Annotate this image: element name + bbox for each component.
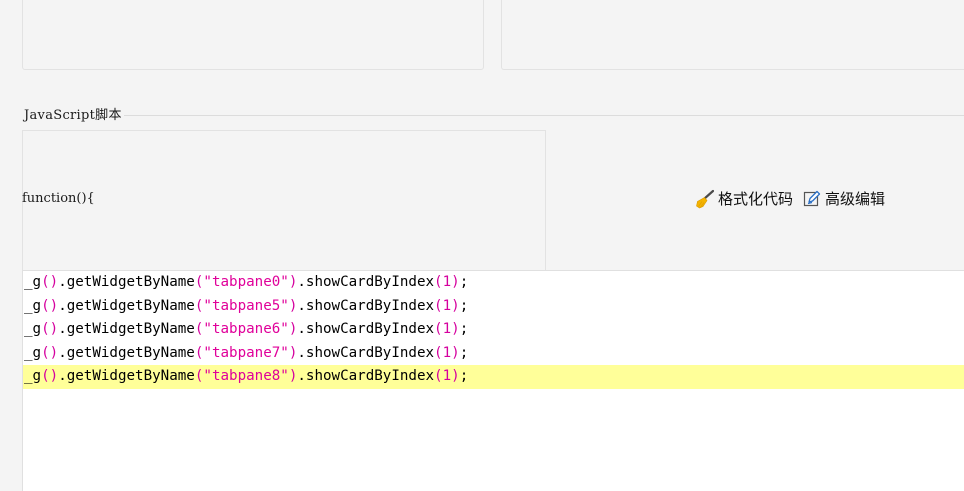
code-token: _g (24, 274, 42, 290)
code-token: .getWidgetByName (58, 344, 195, 361)
section-divider (22, 115, 964, 116)
code-token: ( (41, 274, 50, 290)
code-token: "tabpane0" (203, 274, 289, 290)
code-token: ( (41, 297, 50, 314)
code-token: _g (24, 344, 42, 361)
code-token: .showCardByIndex (297, 297, 435, 314)
code-token: ) (451, 274, 460, 290)
code-token: ; (459, 368, 469, 384)
code-token: _g (24, 321, 42, 337)
code-token: ; (459, 321, 469, 337)
advanced-edit-button[interactable]: 高级编辑 (803, 188, 885, 209)
code-token: ; (459, 274, 469, 290)
code-token: _g (24, 297, 42, 314)
advanced-edit-label: 高级编辑 (825, 190, 886, 208)
edit-icon (803, 190, 821, 206)
code-line[interactable]: _g().getWidgetByName("tabpane6").showCar… (23, 318, 964, 342)
code-token: ) (49, 368, 59, 384)
code-token: ( (434, 321, 443, 337)
code-token: .showCardByIndex (297, 368, 435, 384)
function-header-box (22, 130, 546, 270)
code-token: .getWidgetByName (58, 368, 195, 384)
function-header: function(){ (22, 191, 95, 206)
code-token: 1 (442, 297, 452, 314)
code-token: ) (451, 344, 460, 361)
code-token: .getWidgetByName (58, 321, 195, 337)
code-token: .showCardByIndex (297, 274, 435, 290)
code-token: 1 (442, 368, 452, 384)
format-code-label: 格式化代码 (718, 190, 794, 208)
code-line[interactable]: _g().getWidgetByName("tabpane7").showCar… (23, 342, 964, 366)
code-token: ( (434, 344, 443, 361)
top-right-panel (501, 0, 964, 70)
code-token: "tabpane7" (203, 344, 289, 361)
broom-icon (696, 189, 714, 208)
code-token: ) (49, 321, 59, 337)
code-token: ) (451, 297, 460, 314)
js-script-settings: JavaScript脚本 function(){ 格式化代码 高级编辑 _g()… (0, 0, 964, 491)
editor-toolbar: 格式化代码 高级编辑 (694, 188, 885, 209)
code-token: ; (459, 297, 469, 314)
code-token: ( (41, 368, 50, 384)
code-token: ( (434, 368, 443, 384)
code-token: "tabpane6" (203, 321, 289, 337)
section-legend: JavaScript脚本 (22, 104, 124, 123)
code-line[interactable]: _g().getWidgetByName("tabpane8").showCar… (23, 365, 964, 389)
code-token: ) (451, 321, 460, 337)
code-token: _g (24, 368, 42, 384)
code-token: ) (451, 368, 460, 384)
code-token: "tabpane8" (203, 368, 289, 384)
code-token: "tabpane5" (203, 297, 289, 314)
code-token: ) (49, 297, 59, 314)
code-line[interactable]: _g().getWidgetByName("tabpane5").showCar… (23, 295, 964, 319)
code-token: ) (49, 274, 59, 290)
code-token: 1 (442, 274, 452, 290)
code-token: 1 (442, 344, 452, 361)
code-token: .showCardByIndex (297, 321, 435, 337)
code-editor[interactable]: _g().getWidgetByName("tabpane0").showCar… (22, 270, 964, 491)
code-token: .getWidgetByName (58, 297, 195, 314)
code-token: ( (41, 344, 50, 361)
code-token: ( (434, 297, 443, 314)
code-token: ( (41, 321, 50, 337)
code-line[interactable]: _g().getWidgetByName("tabpane0").showCar… (23, 271, 964, 295)
top-left-panel (22, 0, 484, 70)
code-token: .getWidgetByName (58, 274, 195, 290)
code-token: 1 (442, 321, 452, 337)
code-token: ) (49, 344, 59, 361)
format-code-button[interactable]: 格式化代码 (694, 188, 793, 209)
code-token: .showCardByIndex (297, 344, 435, 361)
code-token: ; (459, 344, 469, 361)
code-token: ( (434, 274, 443, 290)
